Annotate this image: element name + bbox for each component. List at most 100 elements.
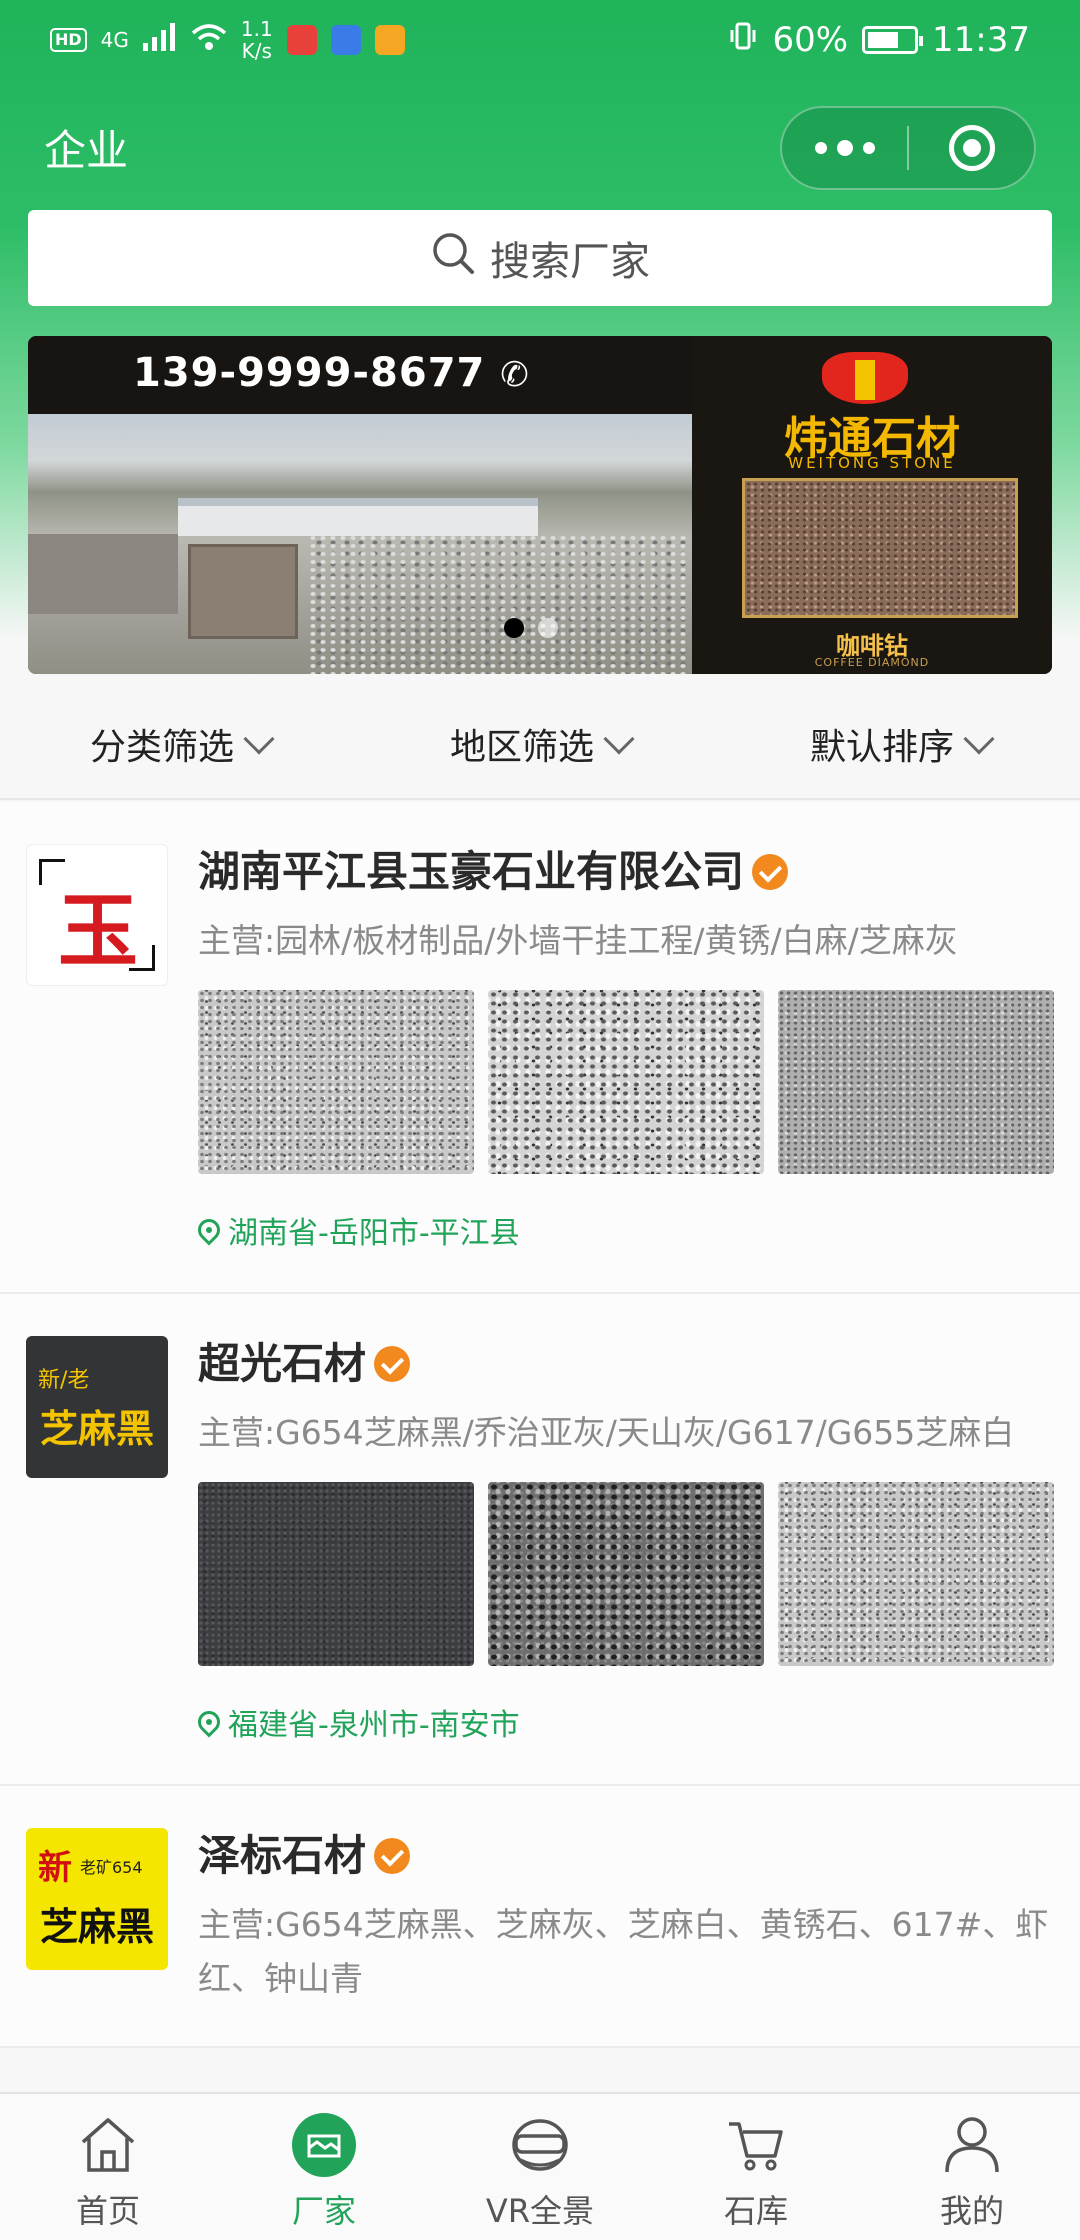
cart-icon [723,2112,789,2178]
company-location: 湖南省-岳阳市-平江县 [193,1208,1054,1252]
hd-indicator: HD [50,28,87,52]
product-thumbnails [198,990,1054,1174]
banner-dot[interactable] [538,618,558,638]
tab-stone-library[interactable]: 石库 [648,2094,864,2240]
company-logo: 玉 [26,844,168,986]
status-bar: HD 4G 1.1 K/s 60% 11:37 [0,0,1080,80]
battery-icon [862,26,924,54]
logo-line2: 芝麻黑 [39,1905,154,1949]
logo-line1b: 老矿654 [80,1858,143,1877]
product-thumbnail[interactable] [778,990,1054,1174]
battery-percent: 60% [772,20,849,60]
tab-factory-label: 厂家 [291,2192,356,2230]
filter-category[interactable]: 分类筛选 [0,718,360,770]
clock: 11:37 [932,20,1030,60]
tab-vr[interactable]: VR全景 [432,2094,648,2240]
product-thumbnail[interactable] [778,1482,1054,1666]
company-card[interactable]: 玉 湖南平江县玉豪石业有限公司 主营:园林/板材制品/外墙干挂工程/黄锈/白麻/… [0,802,1080,1294]
filter-region[interactable]: 地区筛选 [360,718,720,770]
product-thumbnails [198,1482,1054,1666]
title-bar: 企业 [0,100,1080,195]
tab-profile[interactable]: 我的 [864,2094,1080,2240]
tab-factory[interactable]: 厂家 [216,2094,432,2240]
bottom-tab-bar: 首页 厂家 VR全景 石库 我的 [0,2092,1080,2240]
store-app-icon [374,25,405,55]
network-speed: 1.1 K/s [241,18,273,62]
tab-vr-label: VR全景 [485,2192,595,2230]
chevron-down-icon [963,723,995,755]
status-right: 60% 11:37 [728,20,1030,60]
company-location: 福建省-泉州市-南安市 [193,1700,1054,1744]
main-business: 主营:G654芝麻黑、芝麻灰、芝麻白、黄锈石、617#、虾红、钟山青 [198,1905,1049,1998]
chevron-down-icon [243,723,275,755]
filter-category-label: 分类筛选 [89,727,234,768]
tab-home-label: 首页 [75,2192,140,2230]
status-left: HD 4G 1.1 K/s [50,18,405,62]
page-title: 企业 [44,126,129,175]
verified-badge-icon [374,1346,411,1382]
more-dots-icon [814,139,875,156]
more-button[interactable] [782,108,907,188]
tab-home[interactable]: 首页 [0,2094,216,2240]
company-card[interactable]: 新/老 芝麻黑 超光石材 主营:G654芝麻黑/乔治亚灰/天山灰/G617/G6… [0,1294,1080,1786]
company-name-row: 湖南平江县玉豪石业有限公司 [198,844,1054,900]
tab-profile-label: 我的 [939,2192,1004,2230]
location-text: 福建省-泉州市-南安市 [228,1708,520,1743]
vr-headset-icon [507,2112,573,2178]
signal-indicator: 4G [100,28,129,52]
banner-phone-number: 139-9999-8677 ✆ [133,350,530,396]
filter-sort-label: 默认排序 [809,727,954,768]
verified-badge-icon [374,1838,411,1874]
company-name: 湖南平江县玉豪石业有限公司 [198,847,745,896]
filter-sort[interactable]: 默认排序 [720,718,1080,770]
company-name: 超光石材 [198,1339,367,1388]
stone-sample-image [742,478,1018,618]
music-app-icon [330,25,361,55]
target-icon [948,124,995,171]
user-icon [939,2112,1005,2178]
signal-bars-icon [142,21,177,59]
company-name-row: 泽标石材 [198,1828,1054,1884]
home-icon [75,2112,141,2178]
filter-region-label: 地区筛选 [449,727,594,768]
product-thumbnail[interactable] [488,990,764,1174]
speed-unit: K/s [241,39,272,63]
wifi-icon [191,21,227,59]
banner-dot-active[interactable] [504,618,524,638]
company-list: 玉 湖南平江县玉豪石业有限公司 主营:园林/板材制品/外墙干挂工程/黄锈/白麻/… [0,802,1080,2048]
logo-line1: 新 [38,1848,72,1888]
product-thumbnail[interactable] [488,1482,764,1666]
tab-stone-library-label: 石库 [723,2192,788,2230]
banner-phone-text: 139-9999-8677 [133,350,486,396]
promo-banner[interactable]: 139-9999-8677 ✆ 炜通石材 WEITONG STONE 咖啡钻 C… [28,336,1052,674]
factory-photo [28,414,692,674]
brand-english-name: WEITONG STONE [788,454,956,472]
search-icon [430,230,476,286]
company-card[interactable]: 新 老矿654 芝麻黑 泽标石材 主营:G654芝麻黑、芝麻灰、芝麻白、黄锈石、… [0,1786,1080,2048]
company-logo: 新/老 芝麻黑 [26,1336,168,1478]
company-name: 泽标石材 [198,1831,367,1880]
mini-program-capsule [780,105,1036,190]
speed-value: 1.1 [240,17,273,41]
company-name-row: 超光石材 [198,1336,1054,1392]
vibrate-icon [728,20,758,60]
banner-brand-panel: 炜通石材 WEITONG STONE 咖啡钻 COFFEE DIAMOND [692,336,1052,674]
logo-line1: 新/老 [38,1368,90,1393]
main-business: 主营:园林/板材制品/外墙干挂工程/黄锈/白麻/芝麻灰 [198,921,958,960]
close-mini-program-button[interactable] [909,108,1034,188]
main-business: 主营:G654芝麻黑/乔治亚灰/天山灰/G617/G655芝麻白 [198,1413,1015,1452]
search-placeholder: 搜索厂家 [490,239,650,285]
logo-glyph: 玉 [58,884,138,978]
location-text: 湖南省-岳阳市-平江县 [228,1216,520,1251]
logo-line2: 芝麻黑 [39,1407,154,1451]
company-logo: 新 老矿654 芝麻黑 [26,1828,168,1970]
location-pin-icon [193,1214,225,1246]
filter-bar: 分类筛选 地区筛选 默认排序 [0,690,1080,800]
product-english-name: COFFEE DIAMOND [814,656,930,669]
factory-icon [291,2112,357,2178]
product-thumbnail[interactable] [198,990,474,1174]
search-bar[interactable]: 搜索厂家 [28,210,1052,306]
product-thumbnail[interactable] [198,1482,474,1666]
banner-pagination [504,618,558,638]
brand-logo-icon [822,352,908,404]
